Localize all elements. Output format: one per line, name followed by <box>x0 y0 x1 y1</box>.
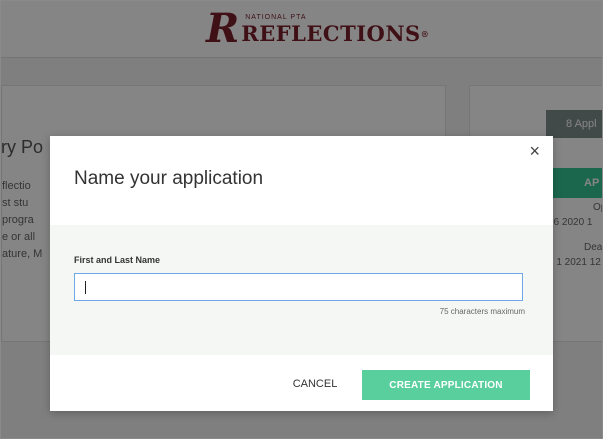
character-limit-hint: 75 characters maximum <box>439 307 525 316</box>
app-frame: R NATIONAL PTA REFLECTIONS® ry Po flecti… <box>0 0 603 439</box>
dialog-title: Name your application <box>74 168 264 189</box>
dialog-body: First and Last Name 75 characters maximu… <box>50 225 553 355</box>
name-field-label: First and Last Name <box>74 255 161 265</box>
create-application-button[interactable]: CREATE APPLICATION <box>362 370 530 400</box>
close-icon[interactable]: × <box>529 141 540 161</box>
name-input[interactable] <box>74 273 523 301</box>
cancel-button[interactable]: CANCEL <box>280 370 350 398</box>
text-caret <box>85 281 86 294</box>
name-application-dialog: × Name your application First and Last N… <box>50 136 553 411</box>
